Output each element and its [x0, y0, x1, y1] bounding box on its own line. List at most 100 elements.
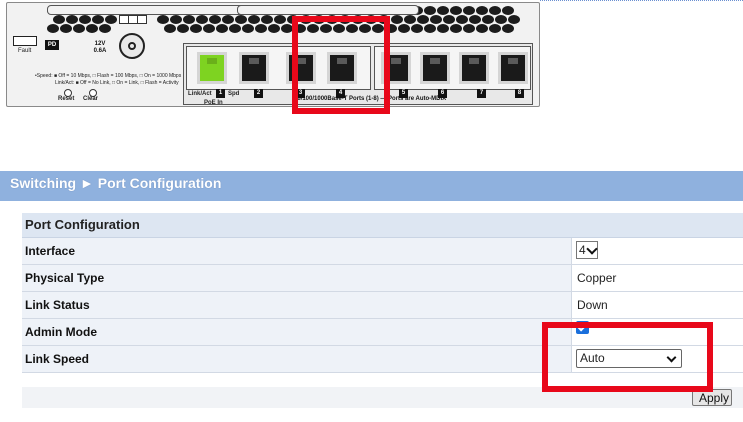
- highlight-link-speed: [542, 322, 713, 392]
- physical-type-label: Physical Type: [22, 265, 572, 291]
- vent-hole: [203, 24, 215, 33]
- clear-label: Clear: [83, 96, 99, 102]
- top-border: [540, 0, 743, 1]
- vent-divider: [47, 5, 249, 15]
- vent-hole: [190, 24, 202, 33]
- vent-hole: [404, 15, 416, 24]
- highlight-port-4: [292, 16, 390, 114]
- vent-hole: [489, 6, 501, 15]
- vent-hole: [66, 15, 78, 24]
- ethernet-port-2: [239, 52, 269, 84]
- power-jack: [119, 33, 145, 59]
- power-rating-label: 12V 0.6A: [93, 41, 107, 54]
- section-title: Port Configuration: [22, 213, 743, 238]
- vent-hole: [268, 24, 280, 33]
- vent-hole: [463, 6, 475, 15]
- vent-hole: [60, 24, 72, 33]
- link-status-value: Down: [572, 292, 743, 318]
- vent-hole: [391, 15, 403, 24]
- row-link-status: Link Status Down: [22, 292, 743, 319]
- vent-hole: [261, 15, 273, 24]
- reset-label: Reset: [58, 96, 75, 102]
- breadcrumb: Switching ► Port Configuration: [10, 175, 222, 191]
- vent-hole: [476, 24, 488, 33]
- vent-hole: [235, 15, 247, 24]
- port-number-1: 1: [216, 89, 225, 98]
- vent-hole: [437, 6, 449, 15]
- led-indicator-box: [137, 15, 147, 24]
- vent-hole: [463, 24, 475, 33]
- vent-hole: [79, 15, 91, 24]
- vent-hole: [177, 24, 189, 33]
- switch-device-image: Fault PD 12V 0.6A •Speed: ■ Off = 10 Mbp…: [6, 2, 540, 107]
- link-act-label: Link/Act: [188, 91, 212, 97]
- vent-hole: [495, 15, 507, 24]
- admin-mode-label: Admin Mode: [22, 319, 572, 345]
- interface-cell: 4: [572, 238, 743, 264]
- vent-hole: [242, 24, 254, 33]
- ethernet-port-1: [197, 52, 227, 84]
- vent-hole: [164, 24, 176, 33]
- ethernet-port-6: [420, 52, 450, 84]
- vent-hole: [47, 24, 59, 33]
- vent-hole: [469, 15, 481, 24]
- vent-hole: [248, 15, 260, 24]
- port-number-2: 2: [254, 89, 263, 98]
- fault-led: [13, 36, 37, 46]
- vent-hole: [502, 6, 514, 15]
- row-physical-type: Physical Type Copper: [22, 265, 743, 292]
- vent-hole: [424, 6, 436, 15]
- vent-hole: [216, 24, 228, 33]
- link-legend: Link/Act: ■ Off = No Link, □ On = Link, …: [55, 80, 179, 86]
- physical-type-value: Copper: [572, 265, 743, 291]
- ethernet-port-7: [459, 52, 489, 84]
- vent-hole: [99, 24, 111, 33]
- vent-hole: [476, 6, 488, 15]
- chevron-down-icon: [586, 243, 598, 255]
- vent-hole: [209, 15, 221, 24]
- vent-hole: [508, 15, 520, 24]
- vent-hole: [86, 24, 98, 33]
- vent-hole: [489, 24, 501, 33]
- pd-badge: PD: [45, 40, 59, 50]
- vent-hole: [417, 15, 429, 24]
- port-number-7: 7: [477, 89, 486, 98]
- page-header: Switching ► Port Configuration: [0, 171, 743, 201]
- interface-select[interactable]: 4: [576, 241, 598, 259]
- vent-hole: [92, 15, 104, 24]
- interface-label: Interface: [22, 238, 572, 264]
- vent-hole: [170, 15, 182, 24]
- link-status-label: Link Status: [22, 292, 572, 318]
- vent-hole: [411, 24, 423, 33]
- vent-divider: [237, 5, 419, 15]
- link-speed-label: Link Speed: [22, 346, 572, 372]
- vent-hole: [502, 24, 514, 33]
- poe-in-label: PoE In: [204, 100, 223, 106]
- row-interface: Interface 4: [22, 238, 743, 265]
- port-number-8: 8: [515, 89, 524, 98]
- vent-hole: [196, 15, 208, 24]
- vent-hole: [424, 24, 436, 33]
- vent-hole: [482, 15, 494, 24]
- vent-hole: [437, 24, 449, 33]
- vent-hole: [456, 15, 468, 24]
- fault-label: Fault: [18, 48, 32, 54]
- vent-hole: [430, 15, 442, 24]
- vent-hole: [183, 15, 195, 24]
- vent-hole: [450, 24, 462, 33]
- vent-hole: [443, 15, 455, 24]
- vent-hole: [53, 15, 65, 24]
- vent-hole: [450, 6, 462, 15]
- port-group-right: [374, 46, 531, 90]
- vent-hole: [229, 24, 241, 33]
- vent-hole: [222, 15, 234, 24]
- interface-value: 4: [579, 243, 586, 257]
- vent-hole: [73, 24, 85, 33]
- vent-hole: [157, 15, 169, 24]
- vent-hole: [398, 24, 410, 33]
- vent-hole: [274, 15, 286, 24]
- vent-hole: [105, 15, 117, 24]
- spd-label: Spd: [228, 91, 240, 97]
- vent-hole: [255, 24, 267, 33]
- speed-legend: •Speed: ■ Off = 10 Mbps, □ Flash = 100 M…: [35, 73, 182, 79]
